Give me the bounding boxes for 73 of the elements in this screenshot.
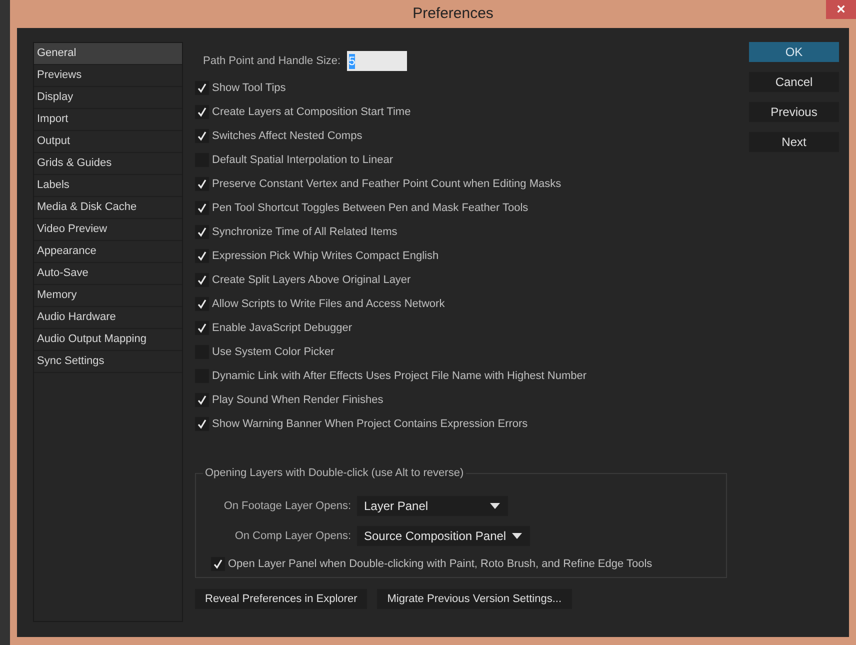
checkmark-icon [197,203,207,213]
dialog-button[interactable]: Next [749,132,839,152]
option-label: Create Split Layers Above Original Layer [212,272,411,288]
checkbox[interactable] [195,393,209,407]
checkbox[interactable] [195,177,209,191]
checkmark-icon [197,227,207,237]
checkbox[interactable] [195,297,209,311]
option-label: Enable JavaScript Debugger [212,320,352,336]
sidebar-item[interactable]: Memory [34,285,182,307]
dialog-button[interactable]: Previous [749,102,839,122]
option-label: Create Layers at Composition Start Time [212,104,411,120]
dropdown[interactable]: Layer Panel [357,496,508,516]
action-button[interactable]: Reveal Preferences in Explorer [195,589,368,609]
sidebar-item[interactable]: Display [34,87,182,109]
checkmark-icon [197,83,207,93]
option-label: Open Layer Panel when Double-clicking with Paint, Roto Brush, and Refine Edge Tools [228,556,652,572]
checkmark-icon [197,395,207,405]
checkbox[interactable] [195,105,209,119]
sidebar-item[interactable]: Labels [34,175,182,197]
option-label: Show Tool Tips [212,80,286,96]
field-label: Path Point and Handle Size: [203,54,341,69]
group-title: Opening Layers with Double-click (use Alt to reverse) [203,466,466,480]
checkbox[interactable] [195,417,209,431]
caret-icon [490,503,500,509]
option-label: Expression Pick Whip Writes Compact English [212,248,439,264]
checkbox[interactable] [195,225,209,239]
checkmark-icon [197,275,207,285]
checkbox[interactable] [195,273,209,287]
option-label: Preserve Constant Vertex and Feather Point Count when Editing Masks [212,176,562,192]
option-label: Use System Color Picker [212,344,334,360]
sidebar-item[interactable]: Video Preview [34,219,182,241]
checkmark-icon [213,559,223,569]
sidebar-item[interactable]: Auto-Save [34,263,182,285]
sidebar-item[interactable]: Media & Disk Cache [34,197,182,219]
option-label: Allow Scripts to Write Files and Access Network [212,296,445,312]
option-label: Show Warning Banner When Project Contains Expression Errors [212,416,528,432]
sidebar-item[interactable]: Output [34,131,182,153]
action-button[interactable]: Migrate Previous Version Settings... [377,589,572,609]
option-label: Dynamic Link with After Effects Uses Project File Name with Highest Number [212,368,587,384]
sidebar-item[interactable]: General [34,43,182,65]
checkmark-icon [197,251,207,261]
checkbox[interactable] [211,557,225,571]
sidebar-item[interactable]: Appearance [34,241,182,263]
caret-icon [512,533,522,539]
checkmark-icon [197,131,207,141]
sidebar-item[interactable]: Audio Output Mapping [34,329,182,351]
option-label: Play Sound When Render Finishes [212,392,384,408]
sidebar-item[interactable]: Sync Settings [34,351,182,373]
checkmark-icon [197,323,207,333]
sidebar-item[interactable]: Import [34,109,182,131]
checkmark-icon [197,419,207,429]
dropdown-label: On Footage Layer Opens: [222,498,351,514]
checkbox[interactable] [195,129,209,143]
checkmark-icon [197,179,207,189]
checkmark-icon [197,107,207,117]
dropdown[interactable]: Source Composition Panel [357,526,530,546]
dropdown-label: On Comp Layer Opens: [234,528,351,544]
checkbox[interactable] [195,321,209,335]
sidebar-item[interactable]: Previews [34,65,182,87]
option-label: Synchronize Time of All Related Items [212,224,398,240]
checkmark-icon [197,299,207,309]
dialog-button[interactable]: OK [749,42,839,62]
checkbox[interactable] [195,201,209,215]
sidebar-item[interactable]: Audio Hardware [34,307,182,329]
checkbox[interactable] [195,249,209,263]
checkbox[interactable] [195,81,209,95]
window-title: Preferences [412,4,494,24]
close-button[interactable]: × [826,0,856,19]
option-label: Default Spatial Interpolation to Linear [212,152,394,168]
dialog-button[interactable]: Cancel [749,72,839,92]
option-label: Pen Tool Shortcut Toggles Between Pen and Mask Feather Tools [212,200,528,216]
sidebar-item[interactable]: Grids & Guides [34,153,182,175]
option-label: Switches Affect Nested Comps [212,128,362,144]
